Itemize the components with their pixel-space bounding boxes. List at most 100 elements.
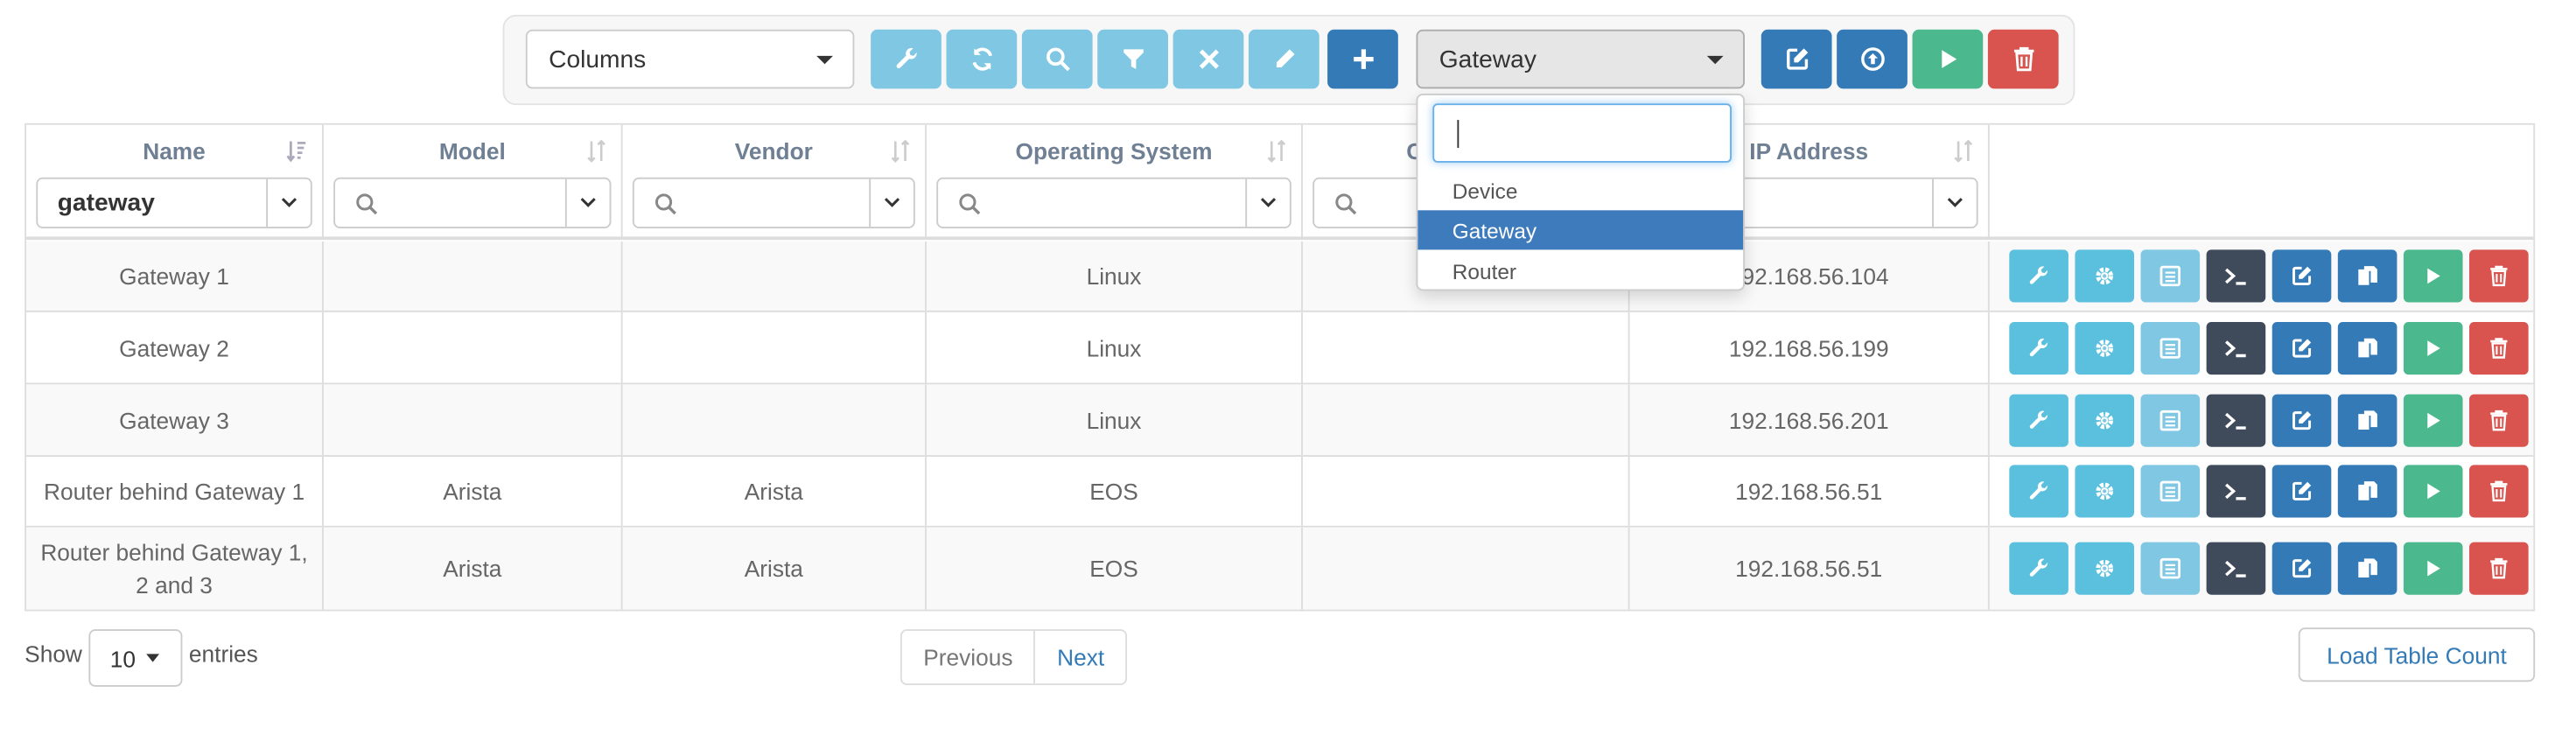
cell-name: Gateway 3	[26, 384, 324, 456]
play-button[interactable]	[2403, 393, 2463, 446]
gear-button[interactable]	[2075, 393, 2135, 446]
list-button[interactable]	[2140, 542, 2201, 595]
sort-icon[interactable]	[1953, 139, 1973, 163]
dropdown-option-router[interactable]: Router	[1418, 251, 1743, 290]
play-button[interactable]	[2403, 465, 2463, 518]
filter-button[interactable]	[1097, 29, 1168, 89]
cell-name: Router behind Gateway 1	[26, 456, 324, 526]
wrench-button[interactable]	[2009, 393, 2068, 446]
dropdown-option-gateway[interactable]: Gateway	[1418, 210, 1744, 250]
search-button[interactable]	[1021, 29, 1093, 89]
list-button[interactable]	[2140, 393, 2201, 446]
run-button[interactable]	[1912, 29, 1984, 89]
edit-icon	[2290, 409, 2313, 431]
node-type-select[interactable]: Gateway	[1416, 29, 1746, 89]
caret-down-icon	[145, 654, 159, 662]
name-filter-select[interactable]: gateway	[36, 177, 312, 228]
terminal-button[interactable]	[2206, 542, 2266, 595]
column-label: Model	[438, 137, 506, 164]
copy-button[interactable]	[2337, 393, 2398, 446]
list-button[interactable]	[2140, 249, 2201, 303]
cell-ip: 192.168.56.51	[1630, 527, 1990, 610]
edit-button[interactable]	[2272, 321, 2332, 374]
play-icon	[2423, 266, 2443, 286]
os-filter-select[interactable]	[936, 177, 1292, 228]
trash-button[interactable]	[2469, 465, 2529, 518]
upload-button[interactable]	[1837, 29, 1908, 89]
gear-icon	[2093, 409, 2116, 431]
gear-button[interactable]	[2075, 465, 2135, 518]
copy-button[interactable]	[2337, 321, 2398, 374]
terminal-button[interactable]	[2206, 321, 2266, 374]
trash-icon	[2489, 336, 2510, 359]
sort-icon[interactable]	[1267, 139, 1287, 163]
sort-desc-icon[interactable]	[286, 140, 307, 163]
cell-os: Linux	[927, 242, 1303, 311]
terminal-icon	[2222, 409, 2249, 431]
wrench-icon	[2027, 336, 2050, 359]
clear-button[interactable]	[1172, 29, 1244, 89]
model-filter-select[interactable]	[333, 177, 612, 228]
next-page-button[interactable]: Next	[1036, 631, 1126, 683]
columns-select-label: Columns	[549, 45, 647, 74]
trash-button[interactable]	[2469, 393, 2529, 446]
column-header-model[interactable]: Model	[323, 124, 623, 241]
play-button[interactable]	[2403, 542, 2463, 595]
copy-button[interactable]	[2337, 249, 2398, 303]
trash-button[interactable]	[2469, 249, 2529, 303]
node-type-dropdown: Device Gateway Router	[1416, 94, 1746, 291]
terminal-button[interactable]	[2206, 465, 2266, 518]
gear-icon	[2093, 480, 2116, 502]
pencil-button[interactable]	[1248, 29, 1320, 89]
gear-button[interactable]	[2075, 249, 2135, 303]
edit-button[interactable]	[2272, 249, 2332, 303]
edit-button[interactable]	[1760, 29, 1832, 89]
play-button[interactable]	[2403, 249, 2463, 303]
text-cursor	[1457, 120, 1460, 148]
wrench-icon	[2027, 409, 2050, 431]
wrench-button[interactable]	[2009, 465, 2068, 518]
vendor-filter-select[interactable]	[632, 177, 915, 228]
table-row: Router behind Gateway 1, 2 and 3 Arista Ar…	[26, 527, 2534, 610]
list-button[interactable]	[2140, 321, 2201, 374]
columns-select[interactable]: Columns	[525, 29, 855, 89]
previous-page-button[interactable]: Previous	[902, 630, 1036, 684]
play-button[interactable]	[2403, 321, 2463, 374]
trash-button[interactable]	[2469, 321, 2529, 374]
terminal-button[interactable]	[2206, 249, 2266, 303]
search-icon	[356, 193, 378, 215]
gear-button[interactable]	[2075, 542, 2135, 595]
copy-button[interactable]	[2337, 465, 2398, 518]
wrench-button[interactable]	[2009, 249, 2068, 303]
column-header-os[interactable]: Operating System	[926, 124, 1303, 241]
copy-icon	[2356, 264, 2378, 287]
sort-icon[interactable]	[586, 139, 606, 163]
edit-button[interactable]	[2272, 393, 2332, 446]
dropdown-option-device[interactable]: Device	[1418, 171, 1743, 210]
wrench-button[interactable]	[2009, 542, 2068, 595]
delete-button[interactable]	[1987, 29, 2059, 89]
load-table-count-button[interactable]: Load Table Count	[2298, 627, 2536, 682]
gear-button[interactable]	[2075, 321, 2135, 374]
chevron-down-icon	[281, 198, 298, 207]
trash-button[interactable]	[2469, 542, 2529, 595]
option-label: Device	[1452, 178, 1518, 203]
copy-button[interactable]	[2337, 542, 2398, 595]
sort-icon[interactable]	[891, 139, 911, 163]
edit-button[interactable]	[2272, 542, 2332, 595]
add-button[interactable]	[1327, 29, 1398, 89]
edit-button[interactable]	[2272, 465, 2332, 518]
dropdown-search-input[interactable]	[1432, 103, 1732, 163]
wrench-button[interactable]	[2009, 321, 2068, 374]
column-header-vendor[interactable]: Vendor	[622, 124, 927, 241]
wrench-button[interactable]	[871, 29, 942, 89]
cell-ip: 192.168.56.199	[1630, 312, 1990, 383]
cell-name: Gateway 2	[26, 312, 324, 383]
page-length-select[interactable]: 10	[88, 629, 183, 687]
cell-os: EOS	[927, 527, 1303, 610]
refresh-button[interactable]	[946, 29, 1018, 89]
terminal-button[interactable]	[2206, 393, 2266, 446]
column-header-name[interactable]: Name gateway	[26, 124, 324, 241]
chevron-down-icon	[1947, 198, 1963, 207]
list-button[interactable]	[2140, 465, 2201, 518]
